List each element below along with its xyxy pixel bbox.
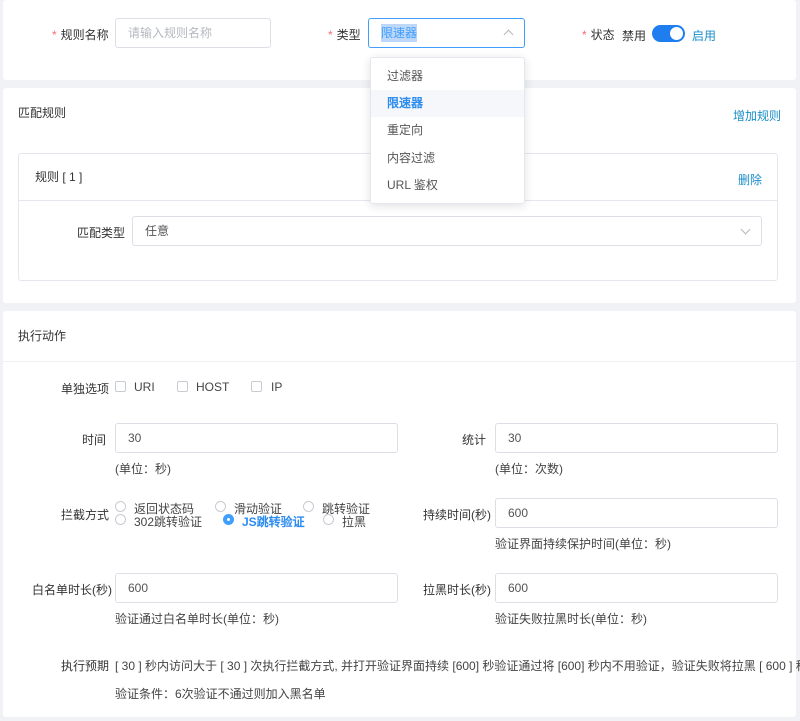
radio-blacklist-label: 拉黑	[342, 515, 367, 529]
blacklist-input[interactable]: 600	[495, 573, 778, 603]
expect-label: 执行预期	[61, 659, 110, 673]
whitelist-label: 白名单时长(秒)	[32, 583, 112, 597]
match-type-label: 匹配类型	[77, 226, 126, 240]
uri-checkbox[interactable]	[115, 381, 126, 392]
status-label: * 状态	[582, 28, 615, 42]
type-option-selected[interactable]: 限速器	[371, 90, 524, 117]
duration-label: 持续时间(秒)	[423, 508, 491, 522]
type-option[interactable]: 过滤器	[371, 63, 524, 90]
type-dropdown: 过滤器 限速器 重定向 内容过滤 URL 鉴权	[370, 57, 525, 204]
radio-slide-verify[interactable]	[215, 501, 226, 512]
rule-name-label: * 规则名称	[52, 28, 109, 42]
count-label: 统计	[462, 433, 487, 447]
type-option[interactable]: URL 鉴权	[371, 172, 524, 199]
expect-text: [ 30 ] 秒内访问大于 [ 30 ] 次执行拦截方式, 并打开验证界面持续 …	[115, 659, 800, 673]
type-select-value: 限速器	[381, 24, 418, 42]
blacklist-label: 拉黑时长(秒)	[423, 583, 491, 597]
host-checkbox[interactable]	[177, 381, 188, 392]
time-label: 时间	[82, 433, 107, 447]
status-toggle[interactable]	[652, 25, 685, 42]
radio-302-verify[interactable]	[115, 514, 126, 525]
condition-text: 验证条件：6次验证不通过则加入黑名单	[115, 687, 326, 701]
delete-rule-link[interactable]: 删除	[738, 171, 762, 188]
add-rule-link[interactable]: 增加规则	[733, 107, 781, 124]
block-method-label: 拦截方式	[61, 508, 110, 522]
type-option[interactable]: 内容过滤	[371, 145, 524, 172]
ip-checkbox[interactable]	[251, 381, 262, 392]
chevron-down-icon	[740, 224, 751, 235]
type-select[interactable]: 限速器	[368, 18, 525, 48]
radio-blacklist[interactable]	[323, 514, 334, 525]
rule-item-title: 规则 [ 1 ]	[35, 170, 83, 184]
match-rules-title: 匹配规则	[18, 106, 67, 120]
match-type-value: 任意	[145, 224, 170, 238]
radio-js-verify-label: JS跳转验证	[242, 515, 305, 529]
status-on-label: 启用	[692, 29, 717, 43]
time-hint: (单位：秒)	[115, 462, 171, 476]
type-option[interactable]: 重定向	[371, 117, 524, 144]
match-type-select[interactable]: 任意	[132, 216, 762, 246]
whitelist-hint: 验证通过白名单时长(单位：秒)	[115, 612, 279, 626]
host-option-label: HOST	[196, 380, 230, 394]
uri-option-label: URI	[134, 380, 155, 394]
status-off-label: 禁用	[622, 29, 647, 43]
whitelist-input[interactable]: 600	[115, 573, 398, 603]
duration-hint: 验证界面持续保护时间(单位：秒)	[495, 537, 671, 551]
rule-name-input[interactable]: 请输入规则名称	[115, 18, 271, 48]
chevron-up-icon	[503, 29, 514, 40]
divider	[3, 361, 796, 362]
ip-option-label: IP	[271, 380, 283, 394]
radio-redirect-verify[interactable]	[303, 501, 314, 512]
duration-input[interactable]: 600	[495, 498, 778, 528]
type-label: * 类型	[328, 28, 361, 42]
action-title: 执行动作	[18, 329, 67, 343]
count-hint: (单位：次数)	[495, 462, 563, 476]
time-input[interactable]: 30	[115, 423, 398, 453]
count-input[interactable]: 30	[495, 423, 778, 453]
single-option-label: 单独选项	[61, 382, 110, 396]
radio-302-verify-label: 302跳转验证	[134, 515, 203, 529]
radio-js-verify[interactable]	[223, 514, 234, 525]
blacklist-hint: 验证失败拉黑时长(单位：秒)	[495, 612, 647, 626]
radio-return-status[interactable]	[115, 501, 126, 512]
